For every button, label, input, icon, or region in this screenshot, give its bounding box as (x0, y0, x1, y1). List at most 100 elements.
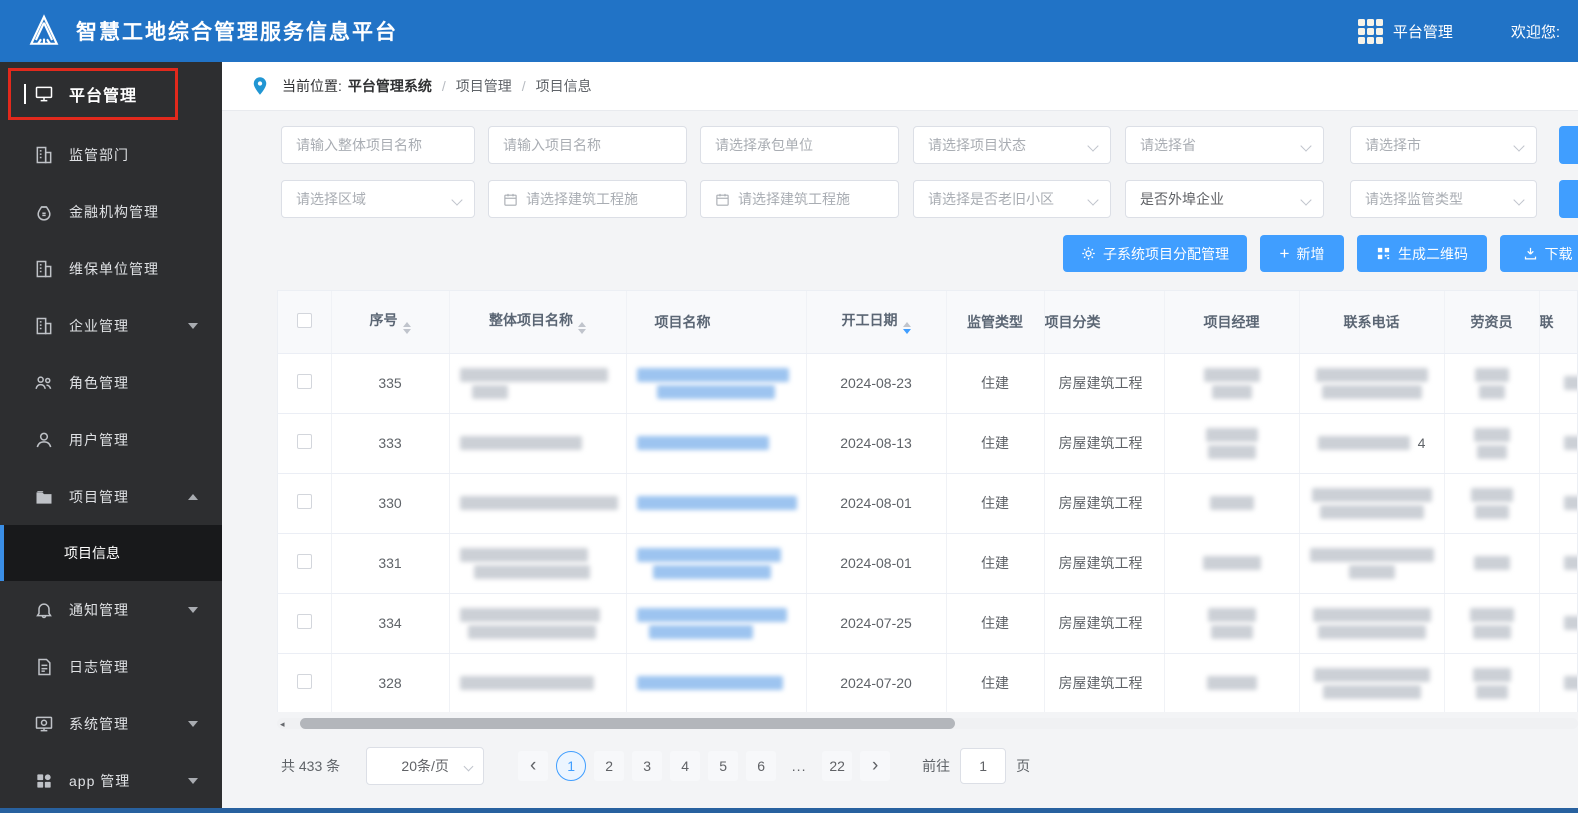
sidebar-item-role-management[interactable]: 角色管理 (0, 354, 222, 411)
chevron-down-icon (1300, 140, 1312, 152)
sidebar-item-project-management[interactable]: 项目管理 (0, 468, 222, 525)
chevron-down-icon (188, 322, 198, 329)
subsystem-assign-button[interactable]: 子系统项目分配管理 (1063, 235, 1247, 272)
scrollbar-thumb[interactable] (300, 718, 955, 729)
search-button-partial[interactable] (1559, 126, 1578, 164)
select-all-checkbox[interactable] (296, 312, 312, 328)
sidebar-item-platform-management[interactable]: 平台管理 (0, 62, 222, 126)
row-checkbox[interactable] (296, 434, 312, 449)
page-button[interactable]: 22 (822, 751, 853, 781)
generate-qrcode-button[interactable]: 生成二维码 (1357, 235, 1487, 272)
goto-unit: 页 (1016, 758, 1031, 774)
project-status-select[interactable]: 请选择项目状态 (913, 126, 1111, 164)
prev-page-button[interactable]: ‹ (518, 751, 549, 781)
chevron-down-icon (1513, 194, 1525, 206)
scroll-left-arrow-icon[interactable]: ◂ (280, 719, 285, 730)
province-select[interactable]: 请选择省 (1125, 126, 1324, 164)
redacted-overall-name (449, 593, 627, 654)
sidebar-item-system-management[interactable]: 系统管理 (0, 695, 222, 752)
sidebar-item-label: 日志管理 (69, 658, 129, 675)
seq-cell: 333 (331, 413, 450, 474)
project-name-link[interactable] (626, 413, 807, 474)
apps-grid-icon[interactable] (1357, 18, 1383, 44)
user-icon (34, 430, 54, 450)
sidebar-item-user-management[interactable]: 用户管理 (0, 411, 222, 468)
redacted-partial (1539, 413, 1577, 474)
area-select[interactable]: 请选择区域 (281, 180, 475, 218)
table-row: 334 2024-07-25 住建 房屋建筑工程 (278, 593, 1577, 654)
sort-icon (578, 321, 586, 334)
chevron-down-icon (1513, 140, 1525, 152)
sidebar-item-financial-institution[interactable]: 金融机构管理 (0, 183, 222, 240)
project-name-link[interactable] (626, 653, 807, 712)
topnav-platform-management[interactable]: 平台管理 (1393, 21, 1453, 42)
row-checkbox[interactable] (296, 554, 312, 569)
sidebar-item-enterprise-management[interactable]: 企业管理 (0, 297, 222, 354)
plus-icon: + (1279, 243, 1290, 263)
project-category-cell: 房屋建筑工程 (1044, 473, 1165, 534)
redacted-overall-name (449, 533, 627, 594)
building-icon (34, 259, 54, 279)
construction-end-date-picker[interactable]: 请选择建筑工程施 (700, 180, 899, 218)
sidebar-item-maintenance-unit[interactable]: 维保单位管理 (0, 240, 222, 297)
supervision-type-cell: 住建 (946, 473, 1045, 534)
row-checkbox[interactable] (296, 374, 312, 389)
row-checkbox[interactable] (296, 494, 312, 509)
seq-cell: 334 (331, 593, 450, 654)
page-size-select[interactable]: 20条/页 (366, 747, 485, 785)
redacted-overall-name (449, 473, 627, 534)
column-header-project-category: 项目分类 (1044, 291, 1165, 354)
project-category-cell: 房屋建筑工程 (1044, 413, 1165, 474)
next-page-button[interactable]: › (860, 751, 891, 781)
sidebar-subitem-project-info[interactable]: 项目信息 (0, 525, 222, 581)
app-grid-icon (34, 771, 54, 791)
redacted-manager (1164, 413, 1300, 474)
contractor-select[interactable]: 请选择承包单位 (700, 126, 899, 164)
bell-icon (34, 600, 54, 620)
foreign-enterprise-select[interactable]: 是否外埠企业 (1125, 180, 1324, 218)
column-header-overall-project-name[interactable]: 整体项目名称 (449, 291, 627, 354)
city-select[interactable]: 请选择市 (1350, 126, 1537, 164)
project-category-cell: 房屋建筑工程 (1044, 353, 1165, 414)
project-name-input[interactable] (488, 126, 687, 164)
chevron-down-icon (188, 777, 198, 784)
row-checkbox[interactable] (296, 674, 312, 689)
page-button-current[interactable]: 1 (556, 751, 587, 781)
horizontal-scrollbar[interactable]: ◂ (277, 718, 1578, 729)
gear-icon (1082, 247, 1095, 260)
supervision-type-select[interactable]: 请选择监管类型 (1350, 180, 1537, 218)
goto-page-input[interactable] (960, 748, 1007, 784)
app-window: 智慧工地综合管理服务信息平台 平台管理 欢迎您: 平台管理 监管部门 金融机构管… (0, 0, 1578, 813)
page-button[interactable]: 4 (670, 751, 701, 781)
overall-project-name-input[interactable] (281, 126, 475, 164)
reset-button-partial[interactable] (1559, 180, 1578, 218)
seq-cell: 335 (331, 353, 450, 414)
page-button[interactable]: 6 (746, 751, 777, 781)
column-header-start-date[interactable]: 开工日期 (806, 291, 947, 354)
project-name-link[interactable] (626, 473, 807, 534)
project-name-link[interactable] (626, 593, 807, 654)
project-name-link[interactable] (626, 533, 807, 594)
old-community-select[interactable]: 请选择是否老旧小区 (913, 180, 1111, 218)
page-button[interactable]: 2 (594, 751, 625, 781)
sidebar-item-log-management[interactable]: 日志管理 (0, 638, 222, 695)
redacted-phone (1299, 593, 1445, 654)
sidebar-item-supervision-department[interactable]: 监管部门 (0, 126, 222, 183)
page-button[interactable]: 5 (708, 751, 739, 781)
project-name-link[interactable] (626, 353, 807, 414)
page-button[interactable]: 3 (632, 751, 663, 781)
download-button[interactable]: 下载 (1500, 235, 1578, 272)
more-pages-button[interactable]: ... (784, 751, 814, 781)
row-checkbox[interactable] (296, 614, 312, 629)
redacted-partial (1539, 473, 1577, 534)
redacted-manager (1164, 653, 1300, 712)
redacted-overall-name (449, 653, 627, 712)
construction-start-date-picker[interactable]: 请选择建筑工程施 (488, 180, 687, 218)
goto-label: 前往 (922, 758, 951, 774)
sidebar-item-notification-management[interactable]: 通知管理 (0, 581, 222, 638)
start-date-cell: 2024-08-13 (806, 413, 947, 474)
add-button[interactable]: + 新增 (1260, 235, 1344, 272)
sidebar-item-app-management[interactable]: app 管理 (0, 752, 222, 809)
main-content: 当前位置: 平台管理系统 / 项目管理 / 项目信息 请选择承包单位 请选择项目… (222, 62, 1578, 813)
column-header-seq[interactable]: 序号 (331, 291, 450, 354)
